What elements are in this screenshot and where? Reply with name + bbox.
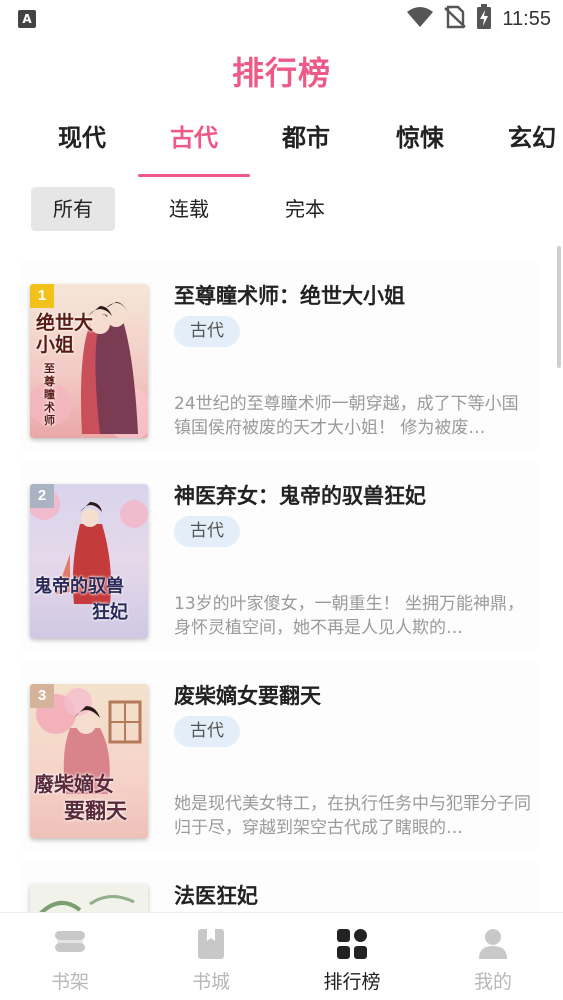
book-cover[interactable]: 3 廢柴嫡女 要翻天	[30, 684, 148, 838]
book-title[interactable]: 神医弃女：鬼帝的驭兽狂妃	[174, 480, 426, 510]
tab-modern[interactable]: 现代	[26, 120, 138, 156]
nav-label: 书城	[191, 971, 230, 993]
profile-icon	[443, 927, 543, 961]
active-tab-indicator	[138, 174, 250, 177]
book-cover[interactable]: 2 鬼帝的驭兽 狂妃	[30, 484, 148, 638]
category-tabs: 现代 古代 都市 惊悚 玄幻	[0, 120, 563, 178]
list-scrollbar[interactable]	[557, 246, 561, 368]
book-cover[interactable]: 1 绝世大小姐 至尊瞳术师	[30, 284, 148, 438]
wifi-icon	[406, 6, 434, 32]
cover-title-text: 廢柴嫡女	[34, 772, 114, 796]
book-title[interactable]: 废柴嫡女要翻天	[174, 680, 321, 710]
cover-title-text: 绝世大小姐	[36, 312, 94, 356]
genre-tag: 古代	[174, 516, 240, 547]
book-item-1[interactable]: 1 绝世大小姐 至尊瞳术师 至尊瞳术师：绝世大小姐 古代 24世纪的至尊瞳术师一…	[18, 262, 538, 450]
bookstore-icon	[161, 927, 261, 961]
ranking-grid-icon	[302, 927, 402, 961]
tab-ancient[interactable]: 古代	[138, 120, 250, 156]
cover-subtitle-text: 狂妃	[92, 602, 128, 623]
nav-profile[interactable]: 我的	[443, 927, 543, 994]
book-description: 24世纪的至尊瞳术师一朝穿越，成了下等小国镇国侯府被废的天才大小姐！ 修为被废…	[174, 394, 519, 438]
nav-ranking[interactable]: 排行榜	[302, 927, 402, 994]
book-item-4[interactable]: 法医狂妃	[18, 862, 538, 912]
genre-tag: 古代	[174, 316, 240, 347]
bookshelf-icon	[20, 927, 120, 961]
clock: 11:55	[502, 7, 551, 30]
tab-fantasy[interactable]: 玄幻	[476, 120, 563, 156]
cover-subtitle-text: 至尊瞳术师	[44, 362, 55, 427]
nav-label: 我的	[473, 971, 512, 993]
notification-icon: A	[18, 10, 36, 28]
battery-charging-icon	[476, 4, 492, 34]
bottom-navigation: 书架 书城 排行榜 我的	[0, 912, 563, 1000]
status-bar: A 11:55	[0, 0, 563, 38]
page-title: 排行榜	[231, 54, 331, 92]
rank-badge: 3	[30, 684, 54, 708]
rank-badge: 2	[30, 484, 54, 508]
book-title[interactable]: 至尊瞳术师：绝世大小姐	[174, 280, 405, 310]
cover-title-text: 鬼帝的驭兽	[34, 576, 124, 597]
nav-label: 书架	[50, 971, 89, 993]
tab-urban[interactable]: 都市	[250, 120, 362, 156]
filter-serializing[interactable]: 连载	[147, 187, 231, 231]
genre-tag: 古代	[174, 716, 240, 747]
book-title[interactable]: 法医狂妃	[174, 880, 258, 910]
book-item-3[interactable]: 3 廢柴嫡女 要翻天 废柴嫡女要翻天 古代 她是现代美女特工，在执行任务中与犯罪…	[18, 662, 538, 850]
rank-badge: 1	[30, 284, 54, 308]
book-description: 她是现代美女特工，在执行任务中与犯罪分子同归于尽，穿越到架空古代成了瞎眼的…	[174, 794, 531, 838]
book-cover[interactable]	[30, 884, 148, 912]
nav-label: 排行榜	[323, 971, 381, 993]
cover-subtitle-text: 要翻天	[64, 798, 127, 823]
tab-thriller[interactable]: 惊悚	[364, 120, 476, 156]
no-sim-icon	[444, 5, 467, 33]
filter-completed[interactable]: 完本	[263, 187, 347, 231]
book-description: 13岁的叶家傻女，一朝重生！ 坐拥万能神鼎，身怀灵植空间，她不再是人见人欺的…	[174, 594, 525, 638]
filter-all[interactable]: 所有	[31, 187, 115, 231]
ranking-list: 1 绝世大小姐 至尊瞳术师 至尊瞳术师：绝世大小姐 古代 24世纪的至尊瞳术师一…	[0, 262, 563, 912]
book-item-2[interactable]: 2 鬼帝的驭兽 狂妃 神医弃女：鬼帝的驭兽狂妃 古代 13岁的叶家傻女，一朝重生…	[18, 462, 538, 650]
nav-bookstore[interactable]: 书城	[161, 927, 261, 994]
nav-bookshelf[interactable]: 书架	[20, 927, 120, 994]
